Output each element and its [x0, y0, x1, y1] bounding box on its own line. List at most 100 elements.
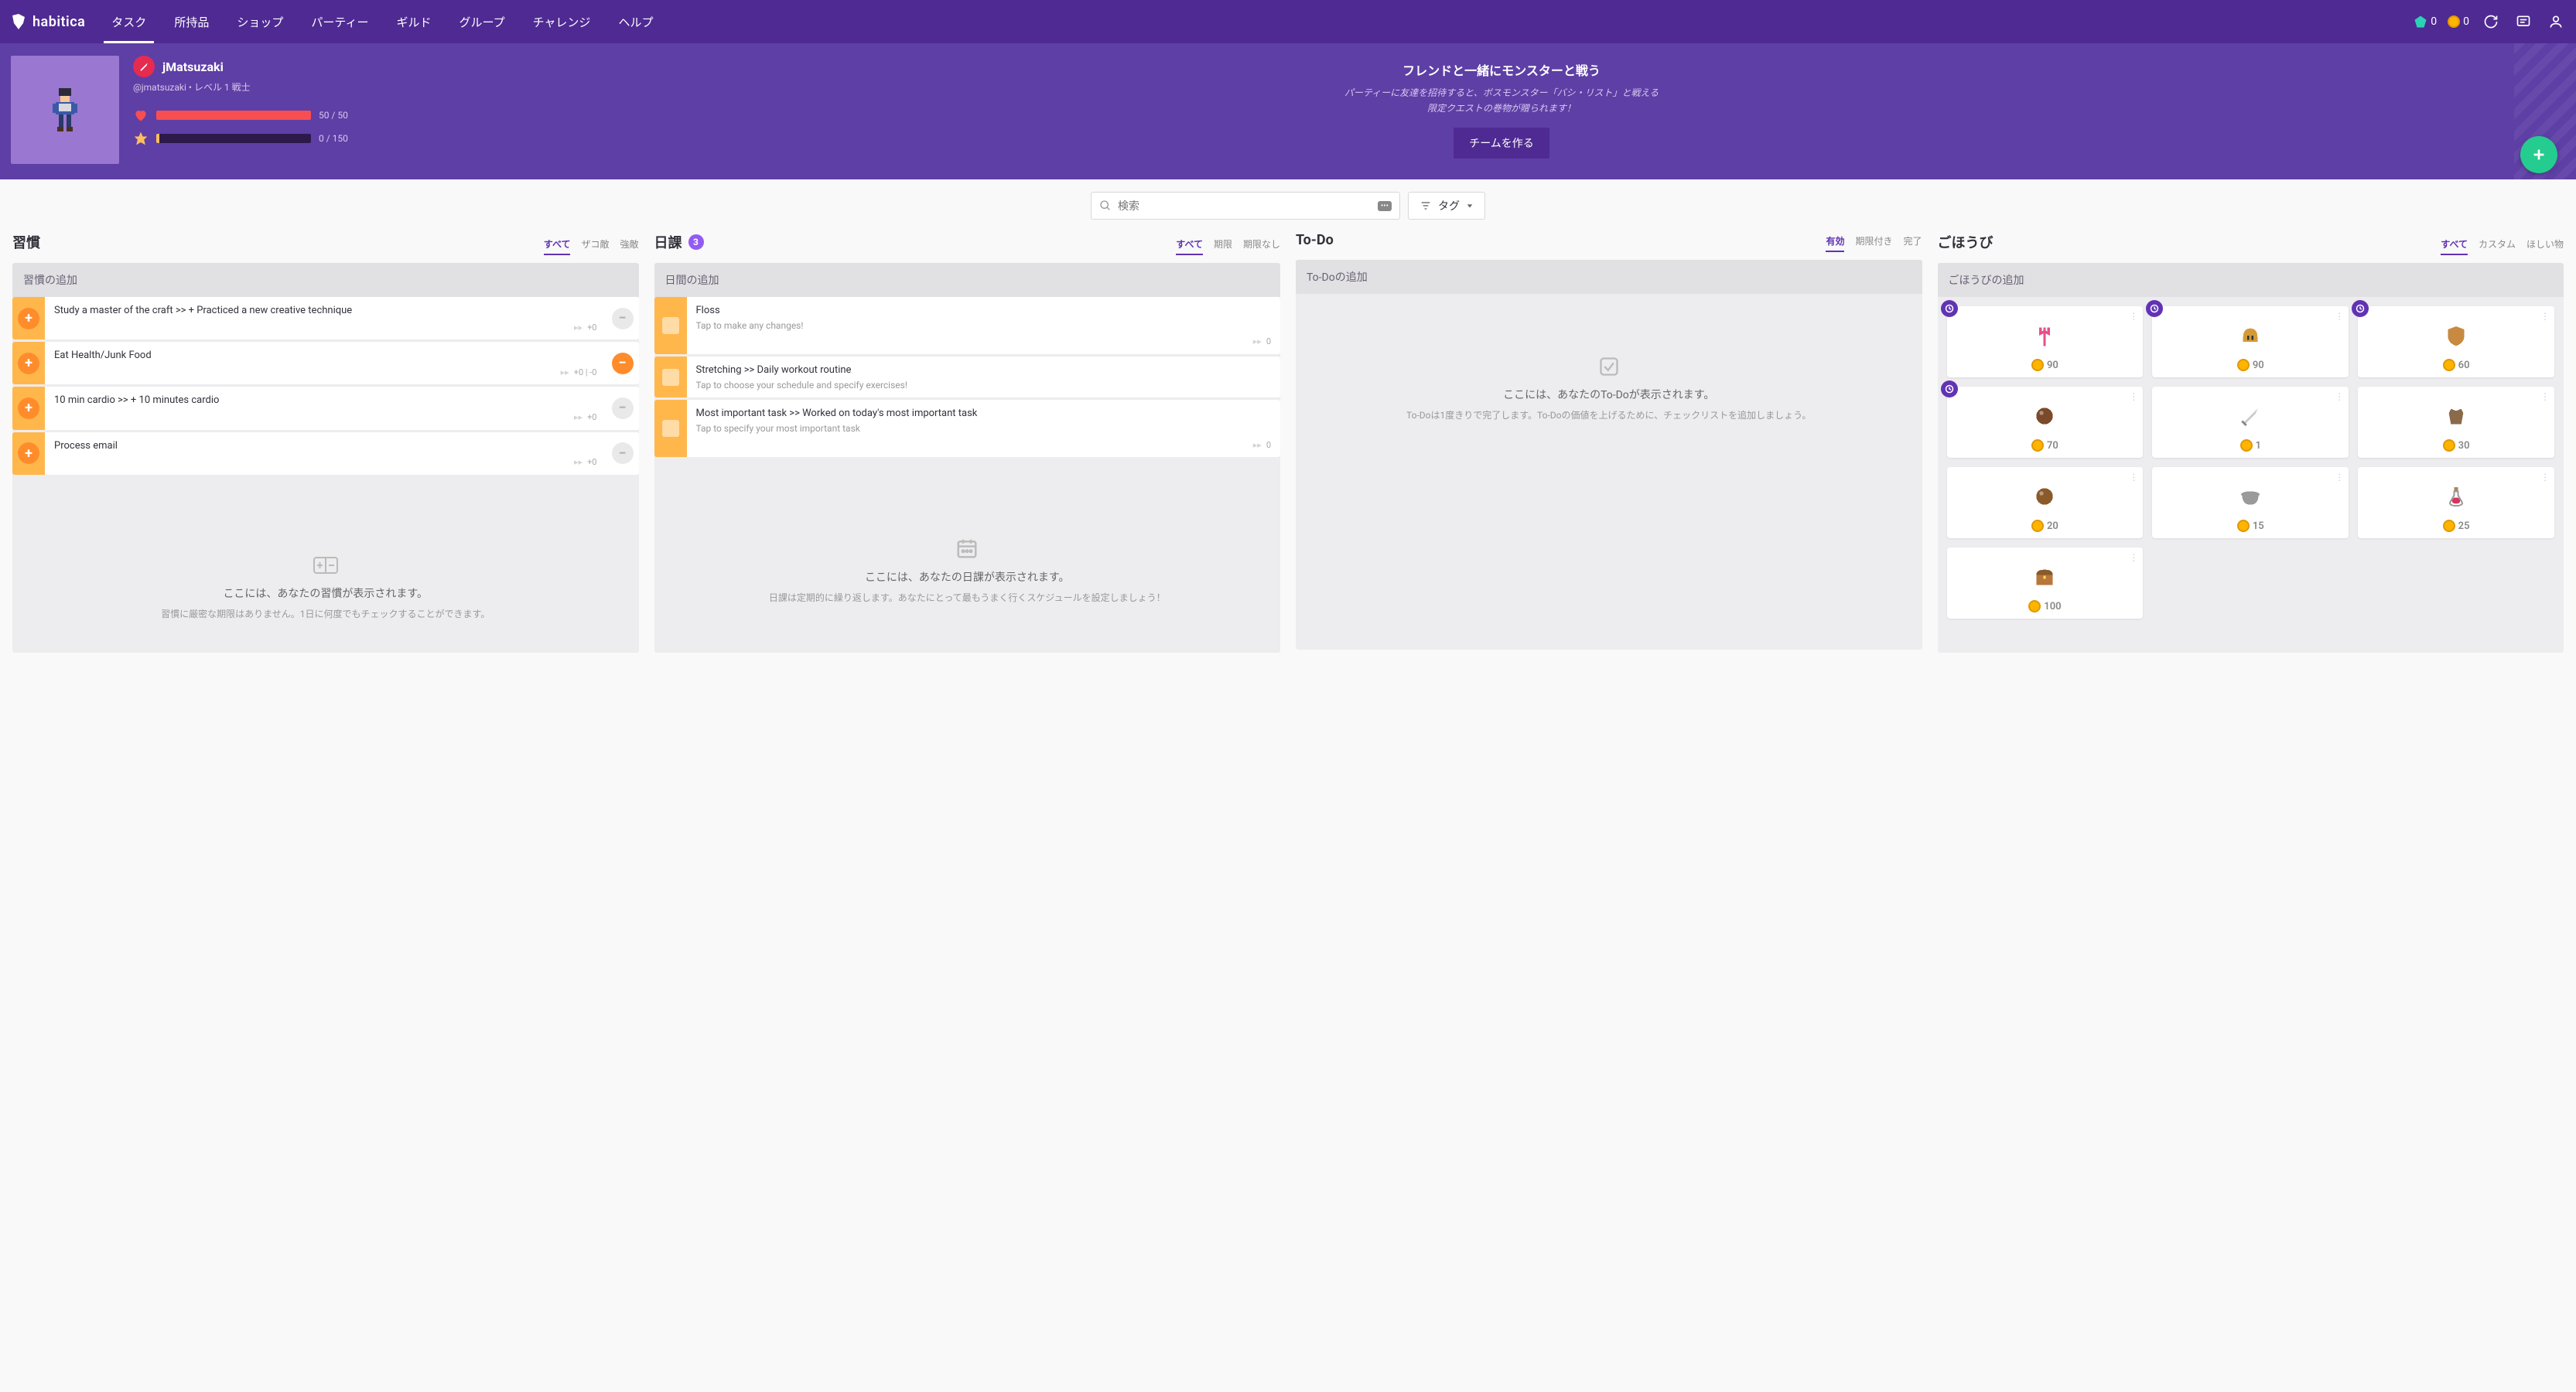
nav-item-7[interactable]: ヘルプ [604, 0, 667, 43]
reward-price: 25 [2458, 520, 2470, 532]
forward-icon: ▸▸ [1253, 440, 1262, 451]
coin-icon [2031, 520, 2044, 532]
nav-item-0[interactable]: タスク [97, 0, 160, 43]
habit-task[interactable]: +Study a master of the craft >> + Practi… [12, 297, 639, 339]
add-todo-input[interactable]: To-Doの追加 [1296, 260, 1922, 294]
habit-plus[interactable]: + [12, 342, 45, 384]
add-habit-input[interactable]: 習慣の追加 [12, 263, 639, 297]
coin-icon [2031, 359, 2044, 371]
tag-filter[interactable]: タグ [1408, 192, 1485, 220]
habits-empty-icon [313, 554, 339, 576]
habits-filters-2[interactable]: 強敵 [620, 237, 638, 255]
gem-count[interactable]: 0 [2414, 15, 2437, 29]
daily-sub: Tap to choose your schedule and specify … [696, 380, 1272, 392]
rewards-filters-1[interactable]: カスタム [2479, 237, 2516, 255]
gem-value: 0 [2431, 15, 2437, 28]
habit-minus[interactable]: − [606, 387, 639, 429]
reward-icon [2029, 561, 2060, 592]
logo[interactable]: habitica [9, 12, 85, 31]
reward-card[interactable]: ⋮ 90 [2152, 306, 2349, 377]
reward-card[interactable]: ⋮90 [1947, 306, 2144, 377]
card-menu[interactable]: ⋮ [2540, 311, 2550, 322]
dailies-empty: ここには、あなたの日課が表示されます。 日課は定期的に繰り返します。あなたにとっ… [654, 459, 1281, 621]
reward-price: 20 [2047, 520, 2058, 532]
nav-item-4[interactable]: ギルド [382, 0, 445, 43]
nav-item-2[interactable]: ショップ [223, 0, 297, 43]
add-reward-input[interactable]: ごほうびの追加 [1938, 263, 2564, 297]
user-handle: @jmatsuzaki [133, 82, 186, 93]
sync-button[interactable] [2480, 11, 2502, 32]
habit-counter: +0 [587, 457, 596, 468]
daily-checkbox[interactable] [654, 357, 687, 397]
reward-card[interactable]: ⋮1 [2152, 387, 2349, 458]
reward-card[interactable]: ⋮70 [1947, 387, 2144, 458]
clock-badge [1941, 380, 1958, 397]
reward-icon [2235, 320, 2266, 351]
card-menu[interactable]: ⋮ [2335, 311, 2344, 322]
habit-minus[interactable]: − [606, 342, 639, 384]
habit-minus[interactable]: − [606, 432, 639, 475]
nav-item-1[interactable]: 所持品 [160, 0, 223, 43]
habits-column: 習慣 すべてザコ敵強敵 習慣の追加 +Study a master of the… [12, 232, 639, 653]
daily-task[interactable]: Stretching >> Daily workout routineTap t… [654, 357, 1281, 397]
habits-filters-0[interactable]: すべて [544, 237, 571, 255]
task-columns: 習慣 すべてザコ敵強敵 習慣の追加 +Study a master of the… [0, 227, 2576, 668]
nav-item-3[interactable]: パーティー [297, 0, 382, 43]
nav-item-5[interactable]: グループ [445, 0, 518, 43]
daily-checkbox[interactable] [654, 297, 687, 354]
reward-card[interactable]: ⋮15 [2152, 467, 2349, 538]
add-daily-input[interactable]: 日間の追加 [654, 263, 1281, 297]
card-menu[interactable]: ⋮ [2129, 552, 2138, 563]
dailies-list: FlossTap to make any changes!▸▸0Stretchi… [654, 297, 1281, 653]
daily-task[interactable]: FlossTap to make any changes!▸▸0 [654, 297, 1281, 354]
card-menu[interactable]: ⋮ [2540, 472, 2550, 483]
daily-task[interactable]: Most important task >> Worked on today's… [654, 400, 1281, 457]
dailies-filters-2[interactable]: 期限なし [1243, 237, 1280, 255]
reward-card[interactable]: ⋮ 20 [1947, 467, 2144, 538]
todos-filters-2[interactable]: 完了 [1903, 234, 1922, 252]
todos-filters: 有効期限付き完了 [1826, 234, 1922, 252]
habits-filters-1[interactable]: ザコ敵 [581, 237, 609, 255]
rewards-filters-2[interactable]: ほしい物 [2526, 237, 2564, 255]
sword-icon [138, 61, 149, 72]
habit-minus[interactable]: − [606, 297, 639, 339]
habit-plus[interactable]: + [12, 432, 45, 475]
card-menu[interactable]: ⋮ [2335, 472, 2344, 483]
dailies-filters-0[interactable]: すべて [1176, 237, 1203, 255]
notifications-button[interactable] [2513, 11, 2534, 32]
habit-task[interactable]: + Process email ▸▸ +0− [12, 432, 639, 475]
reward-price: 90 [2253, 360, 2264, 371]
reward-card[interactable]: ⋮30 [2358, 387, 2554, 458]
profile-button[interactable] [2545, 11, 2567, 32]
add-task-fab[interactable] [2520, 136, 2557, 173]
todos-filters-0[interactable]: 有効 [1826, 234, 1844, 252]
habit-plus[interactable]: + [12, 387, 45, 429]
habit-title: Process email [54, 440, 597, 453]
dailies-filters-1[interactable]: 期限 [1214, 237, 1232, 255]
rewards-title: ごほうび [1938, 232, 1993, 252]
search-input[interactable] [1118, 200, 1378, 212]
todos-filters-1[interactable]: 期限付き [1855, 234, 1892, 252]
dailies-empty-title: ここには、あなたの日課が表示されます。 [673, 569, 1262, 585]
reward-card[interactable]: ⋮ 25 [2358, 467, 2554, 538]
card-menu[interactable]: ⋮ [2129, 472, 2138, 483]
reward-card[interactable]: ⋮60 [2358, 306, 2554, 377]
reward-icon [2029, 401, 2060, 432]
forward-icon: ▸▸ [574, 457, 583, 468]
create-team-button[interactable]: チームを作る [1454, 128, 1549, 159]
card-menu[interactable]: ⋮ [2540, 391, 2550, 402]
card-menu[interactable]: ⋮ [2129, 391, 2138, 402]
habits-empty-title: ここには、あなたの習慣が表示されます。 [31, 585, 620, 601]
card-menu[interactable]: ⋮ [2335, 391, 2344, 402]
card-menu[interactable]: ⋮ [2129, 311, 2138, 322]
avatar-box[interactable] [11, 56, 119, 164]
gold-count[interactable]: 0 [2448, 15, 2469, 28]
habit-task[interactable]: +10 min cardio >> + 10 minutes cardio▸▸+… [12, 387, 639, 429]
daily-checkbox[interactable] [654, 400, 687, 457]
habit-plus[interactable]: + [12, 297, 45, 339]
habit-task[interactable]: +Eat Health/Junk Food▸▸+0 | -0− [12, 342, 639, 384]
rewards-filters-0[interactable]: すべて [2441, 237, 2468, 255]
nav-item-6[interactable]: チャレンジ [519, 0, 605, 43]
search-box[interactable]: ••• [1091, 192, 1400, 220]
reward-card[interactable]: ⋮100 [1947, 548, 2144, 619]
